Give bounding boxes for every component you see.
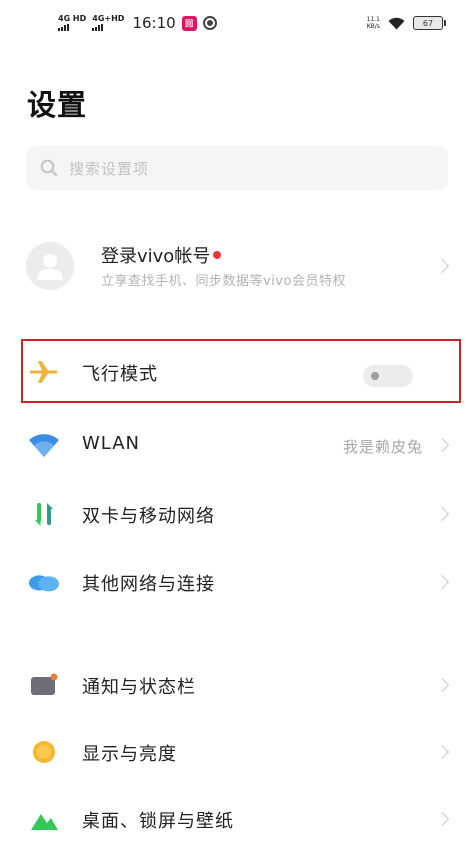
notification-dot <box>213 251 222 259</box>
settings-row-desktop[interactable]: 桌面、锁屏与壁纸 <box>0 786 475 852</box>
dual-sim-icon <box>28 499 60 529</box>
status-time: 16:10 <box>132 14 176 32</box>
settings-row-other-network[interactable]: 其他网络与连接 <box>0 549 475 615</box>
network-speed-unit: KB/s <box>366 23 380 30</box>
account-subtitle: 立享查找手机、同步数据等vivo会员特权 <box>101 274 346 289</box>
sim2-label: 4G+HD <box>92 14 125 23</box>
user-placeholder-icon <box>37 254 63 280</box>
sim1-label: 4G HD <box>58 14 87 23</box>
settings-row-notification[interactable]: 通知与状态栏 <box>0 652 475 718</box>
sync-status-icon <box>202 16 217 30</box>
notification-label: 通知与状态栏 <box>82 677 196 698</box>
wlan-label: WLAN <box>82 433 141 454</box>
status-right: 11.1 KB/s 67 <box>367 16 446 30</box>
sim2-signal: 4G+HD <box>92 15 124 31</box>
dual-sim-label: 双卡与移动网络 <box>82 506 215 527</box>
account-title-text: 登录vivo帐号 <box>101 246 211 267</box>
page-title: 设置 <box>27 88 88 122</box>
avatar <box>26 242 74 290</box>
chevron-right-icon <box>434 574 450 590</box>
settings-row-wlan[interactable]: WLAN 我是赖皮兔 <box>0 412 475 478</box>
airplane-icon <box>28 357 60 387</box>
chevron-right-icon <box>434 677 450 693</box>
chevron-right-icon <box>434 744 450 760</box>
wifi-icon <box>28 430 60 460</box>
battery-level: 67 <box>422 18 434 28</box>
desktop-label: 桌面、锁屏与壁纸 <box>82 811 234 832</box>
chevron-right-icon <box>434 437 450 453</box>
sim1-signal: 4G HD <box>58 15 86 31</box>
cloud-icon <box>28 567 60 597</box>
wallpaper-icon <box>28 804 60 834</box>
other-network-label: 其他网络与连接 <box>82 574 215 595</box>
airplane-mode-toggle[interactable] <box>363 365 413 387</box>
display-label: 显示与亮度 <box>82 744 177 765</box>
network-speed: 11.1 KB/s <box>367 16 380 30</box>
settings-row-airplane-mode[interactable]: 飞行模式 <box>0 339 475 405</box>
chevron-right-icon <box>434 506 450 522</box>
notification-icon <box>28 670 60 700</box>
search-placeholder: 搜索设置项 <box>69 159 150 178</box>
wifi-status-icon <box>388 17 405 29</box>
brightness-icon <box>28 737 60 767</box>
toggle-knob <box>371 372 379 380</box>
settings-row-dual-sim[interactable]: 双卡与移动网络 <box>0 481 475 547</box>
status-bar: 4G HD 4G+HD 16:10 回 11.1 KB/s 67 <box>0 0 475 50</box>
signal-bars-icon <box>58 24 69 31</box>
app-notification-icon: 回 <box>181 15 197 31</box>
wlan-network-name: 我是赖皮兔 <box>342 438 423 456</box>
account-title: 登录vivo帐号 <box>101 242 222 268</box>
settings-row-display[interactable]: 显示与亮度 <box>0 719 475 785</box>
account-login-row[interactable]: 登录vivo帐号 立享查找手机、同步数据等vivo会员特权 <box>0 226 475 306</box>
signal-bars-icon <box>92 24 104 31</box>
status-left: 4G HD 4G+HD 16:10 回 <box>58 14 217 32</box>
airplane-mode-label: 飞行模式 <box>82 364 158 385</box>
search-input[interactable]: 搜索设置项 <box>26 146 448 190</box>
search-icon <box>40 159 58 177</box>
network-speed-value: 11.1 <box>366 16 380 23</box>
battery-icon: 67 <box>413 16 446 30</box>
chevron-right-icon <box>434 258 450 274</box>
